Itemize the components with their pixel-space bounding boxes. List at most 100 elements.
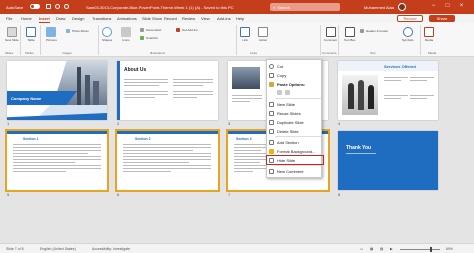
menu-item-add-section[interactable]: Add Section bbox=[267, 138, 323, 146]
body-text bbox=[234, 144, 268, 174]
action-button[interactable]: Action bbox=[258, 27, 268, 42]
status-bar: Slide 7 of 8 English (United States) Acc… bbox=[0, 243, 474, 253]
group-label-text: Text bbox=[370, 51, 376, 55]
slide-thumbnail-6[interactable]: Section 2 bbox=[115, 129, 220, 192]
slide-thumbnail-2[interactable]: About Us bbox=[117, 61, 218, 120]
paste-keep-source-icon[interactable] bbox=[277, 89, 282, 95]
zoom-level[interactable]: 69% bbox=[446, 247, 453, 251]
body-text bbox=[232, 95, 262, 104]
ribbon-separator bbox=[236, 25, 237, 55]
title-bar: AutoSave Sam03-3013-Corporate-Blue-Power… bbox=[0, 0, 474, 14]
photo-album-button[interactable]: Photo Album bbox=[66, 29, 89, 33]
maximize-button[interactable]: □ bbox=[444, 3, 451, 10]
menu-item-label: Hide Slide bbox=[277, 157, 296, 163]
close-button[interactable]: × bbox=[458, 3, 465, 10]
text-box-button[interactable]: Text Box bbox=[344, 27, 356, 42]
redo-icon[interactable] bbox=[64, 4, 69, 9]
shapes-label: Shapes bbox=[102, 38, 113, 42]
media-button[interactable]: Media bbox=[424, 27, 434, 42]
menu-separator bbox=[275, 98, 321, 99]
tab-transitions[interactable]: Transitions bbox=[92, 16, 111, 21]
slide-thumbnail-8[interactable]: Thank You bbox=[338, 131, 438, 190]
menu-item-new-slide[interactable]: New Slide bbox=[267, 100, 323, 108]
zoom-slider[interactable] bbox=[400, 249, 440, 250]
new-slide-button[interactable]: New Slide bbox=[5, 27, 19, 42]
tab-design[interactable]: Design bbox=[72, 16, 84, 21]
slide-title: Section 3 bbox=[236, 137, 252, 141]
comment-button[interactable]: Comment bbox=[324, 27, 337, 42]
screenshot-button[interactable]: Screenshot bbox=[140, 28, 161, 32]
menu-item-duplicate-slide[interactable]: Duplicate Slide bbox=[267, 118, 323, 126]
tab-view[interactable]: View bbox=[201, 16, 210, 21]
menu-item-copy[interactable]: Copy bbox=[267, 71, 323, 79]
header-footer-button[interactable]: Header & Footer bbox=[360, 29, 388, 33]
record-button[interactable]: Record bbox=[397, 15, 423, 22]
accent-bar bbox=[7, 131, 107, 134]
paste-picture-icon[interactable] bbox=[285, 89, 290, 95]
tab-file[interactable]: File bbox=[6, 16, 12, 21]
undo-icon[interactable] bbox=[55, 4, 60, 9]
save-icon[interactable] bbox=[46, 4, 51, 9]
smartart-button[interactable]: SmartArt bbox=[140, 36, 158, 40]
pictures-label: Pictures bbox=[46, 38, 57, 42]
menu-separator bbox=[275, 136, 321, 137]
tab-record[interactable]: Record bbox=[164, 16, 177, 21]
slideshow-icon[interactable]: ▶ bbox=[390, 247, 393, 251]
table-icon bbox=[26, 27, 36, 37]
tab-help[interactable]: Help bbox=[236, 16, 244, 21]
shapes-button[interactable]: Shapes bbox=[102, 27, 112, 42]
tab-draw[interactable]: Draw bbox=[56, 16, 65, 21]
body-text bbox=[410, 77, 434, 83]
menu-item-hide-slide[interactable]: Hide Slide bbox=[266, 155, 324, 165]
text-box-icon bbox=[344, 27, 355, 37]
menu-item-paste-options[interactable]: Paste Options: bbox=[267, 80, 323, 88]
slide-thumbnail-5[interactable]: Section 1 bbox=[5, 129, 109, 192]
slide-thumbnail-1[interactable]: Company Name bbox=[7, 61, 107, 120]
tab-animations[interactable]: Animations bbox=[117, 16, 137, 21]
menu-item-format-background[interactable]: Format Background... bbox=[267, 147, 323, 155]
delete-slide-icon bbox=[269, 128, 274, 134]
pictures-button[interactable]: Pictures bbox=[46, 27, 57, 42]
share-button[interactable]: Share bbox=[429, 15, 455, 22]
accent-bar bbox=[117, 131, 218, 134]
comment-icon bbox=[325, 27, 336, 37]
get-add-ins-button[interactable]: Get Add-ins bbox=[176, 28, 198, 32]
normal-view-icon[interactable]: ▭ bbox=[360, 247, 363, 251]
slide-title: Thank You bbox=[346, 145, 372, 151]
tab-review[interactable]: Review bbox=[182, 16, 195, 21]
copy-icon bbox=[269, 72, 274, 78]
group-label-comments: Comments bbox=[322, 51, 337, 55]
cut-icon bbox=[269, 63, 274, 69]
menu-item-cut[interactable]: Cut bbox=[267, 62, 323, 70]
autosave-toggle[interactable] bbox=[30, 4, 40, 9]
user-name[interactable]: Muhammed Alaa bbox=[364, 5, 394, 10]
icons-button[interactable]: Icons bbox=[121, 27, 131, 42]
slide-thumbnail-4[interactable]: Services Offered bbox=[338, 61, 438, 120]
tab-insert[interactable]: Insert bbox=[39, 16, 50, 23]
table-button[interactable]: Table bbox=[26, 27, 36, 42]
group-label-links: Links bbox=[250, 51, 258, 55]
tab-slide-show[interactable]: Slide Show bbox=[142, 16, 162, 21]
menu-item-label: Copy bbox=[277, 72, 287, 78]
language-indicator[interactable]: English (United States) bbox=[40, 247, 76, 251]
tab-home[interactable]: Home bbox=[21, 16, 32, 21]
body-text bbox=[123, 144, 211, 174]
menu-item-label: New Comment bbox=[277, 168, 304, 174]
smartart-icon bbox=[140, 36, 144, 40]
menu-item-delete-slide[interactable]: Delete Slide bbox=[267, 127, 323, 135]
search-input[interactable]: ⌕ Search bbox=[270, 3, 340, 11]
tab-add-ins[interactable]: Add-ins bbox=[217, 16, 231, 21]
reading-view-icon[interactable]: ▤ bbox=[380, 247, 383, 251]
zoom-slider-thumb[interactable] bbox=[430, 247, 432, 252]
menu-item-reuse-slides[interactable]: Reuse Slides bbox=[267, 109, 323, 117]
minimize-button[interactable]: − bbox=[430, 3, 437, 10]
accessibility-indicator[interactable]: Accessibility: Investigate bbox=[92, 247, 130, 251]
slide-sorter-icon[interactable]: ▦ bbox=[370, 247, 373, 251]
symbols-button[interactable]: Symbols bbox=[402, 27, 414, 42]
menu-item-new-comment[interactable]: New Comment bbox=[267, 167, 323, 175]
symbols-icon bbox=[402, 27, 413, 37]
link-button[interactable]: Link bbox=[240, 27, 250, 42]
menu-item-label: Duplicate Slide bbox=[277, 119, 304, 125]
slide-title: About Us bbox=[124, 67, 147, 73]
avatar[interactable] bbox=[398, 3, 406, 11]
